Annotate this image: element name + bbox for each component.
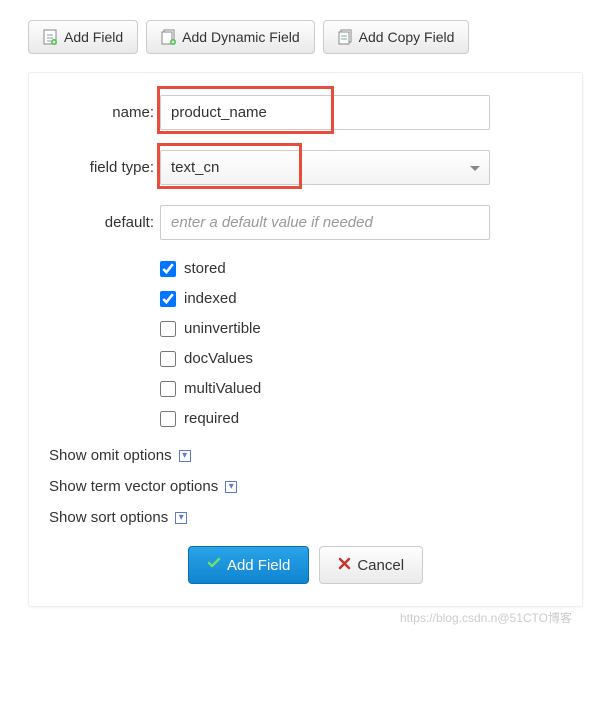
add-copy-field-button[interactable]: Add Copy Field	[323, 20, 470, 54]
name-label: name:	[49, 104, 154, 121]
add-copy-field-label: Add Copy Field	[359, 29, 455, 45]
document-plus-icon	[43, 29, 57, 45]
indexed-label: indexed	[184, 290, 237, 307]
field-type-select[interactable]: text_cn	[160, 150, 490, 185]
show-term-vector-options[interactable]: Show term vector options ▾	[49, 478, 562, 495]
docvalues-checkbox-row[interactable]: docValues	[160, 350, 562, 367]
uninvertible-label: uninvertible	[184, 320, 261, 337]
watermark-text: https://blog.csdn.n@51CTO博客	[400, 609, 572, 626]
add-field-label: Add Field	[64, 29, 123, 45]
indexed-checkbox[interactable]	[160, 291, 176, 307]
indexed-checkbox-row[interactable]: indexed	[160, 290, 562, 307]
uninvertible-checkbox-row[interactable]: uninvertible	[160, 320, 562, 337]
documents-plus-icon	[161, 29, 175, 45]
show-term-vector-label: Show term vector options	[49, 478, 218, 495]
default-label: default:	[49, 214, 154, 231]
add-field-button[interactable]: Add Field	[28, 20, 138, 54]
add-dynamic-field-label: Add Dynamic Field	[182, 29, 300, 45]
add-field-form: name: field type: text_cn default: store…	[28, 72, 583, 607]
multivalued-checkbox[interactable]	[160, 381, 176, 397]
expand-down-icon: ▾	[225, 481, 237, 493]
docvalues-checkbox[interactable]	[160, 351, 176, 367]
default-row: default:	[49, 205, 562, 240]
checkbox-list: stored indexed uninvertible docValues mu…	[160, 260, 562, 427]
add-dynamic-field-button[interactable]: Add Dynamic Field	[146, 20, 315, 54]
multivalued-label: multiValued	[184, 380, 261, 397]
multivalued-checkbox-row[interactable]: multiValued	[160, 380, 562, 397]
expand-down-icon: ▾	[179, 450, 191, 462]
field-type-value: text_cn	[171, 159, 219, 176]
show-omit-label: Show omit options	[49, 447, 172, 464]
name-row: name:	[49, 95, 562, 130]
show-sort-label: Show sort options	[49, 509, 168, 526]
required-label: required	[184, 410, 239, 427]
check-icon	[207, 556, 221, 574]
expand-down-icon: ▾	[175, 512, 187, 524]
required-checkbox[interactable]	[160, 411, 176, 427]
name-input[interactable]	[160, 95, 490, 130]
close-icon	[338, 557, 351, 574]
show-sort-options[interactable]: Show sort options ▾	[49, 509, 562, 526]
submit-add-field-button[interactable]: Add Field	[188, 546, 309, 584]
uninvertible-checkbox[interactable]	[160, 321, 176, 337]
required-checkbox-row[interactable]: required	[160, 410, 562, 427]
top-button-bar: Add Field Add Dynamic Field Add Copy Fie…	[28, 20, 583, 54]
cancel-label: Cancel	[357, 557, 404, 574]
stored-checkbox-row[interactable]: stored	[160, 260, 562, 277]
cancel-button[interactable]: Cancel	[319, 546, 423, 584]
documents-copy-icon	[338, 29, 352, 45]
show-omit-options[interactable]: Show omit options ▾	[49, 447, 562, 464]
stored-label: stored	[184, 260, 226, 277]
stored-checkbox[interactable]	[160, 261, 176, 277]
field-type-row: field type: text_cn	[49, 150, 562, 185]
docvalues-label: docValues	[184, 350, 253, 367]
submit-label: Add Field	[227, 557, 290, 574]
action-button-row: Add Field Cancel	[49, 546, 562, 584]
field-type-label: field type:	[49, 159, 154, 176]
field-type-select-wrap: text_cn	[160, 150, 490, 185]
default-input[interactable]	[160, 205, 490, 240]
